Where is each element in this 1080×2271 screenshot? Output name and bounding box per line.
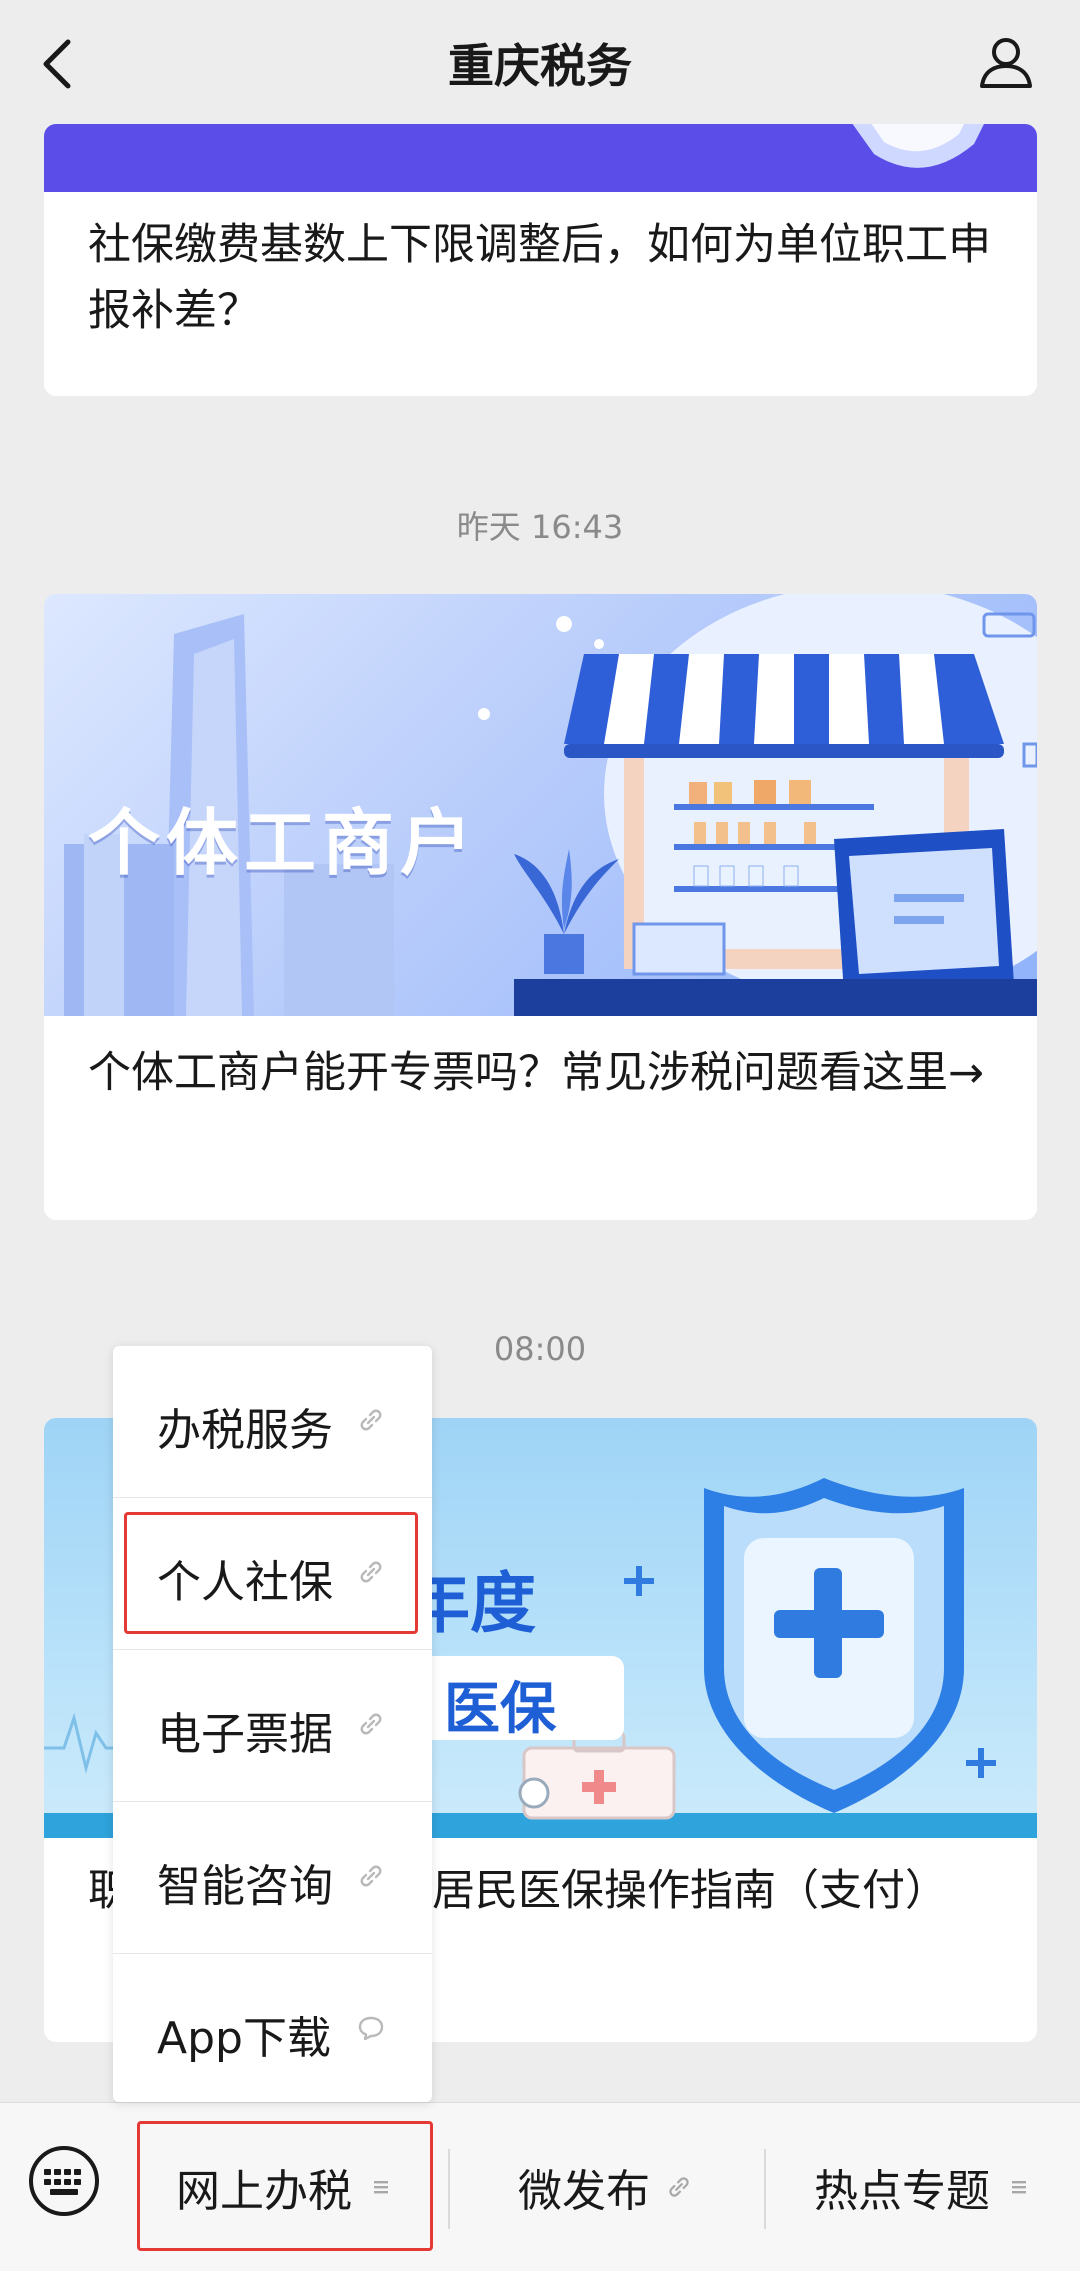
menu-label: 网上办税 <box>176 2166 352 2217</box>
menu-label: 微发布 <box>518 2166 650 2217</box>
submenu-item-smart-consultation[interactable]: 智能咨询 <box>113 1802 432 1954</box>
banner-heading: 个体工商户 <box>88 801 479 885</box>
submenu-item-label: 电子票据 <box>157 1709 333 1760</box>
banner-subheading: 医保 <box>444 1677 556 1742</box>
article-banner-image: 个体工商户 <box>44 594 1037 1016</box>
submenu-item-label: App下载 <box>157 2013 331 2064</box>
article-card[interactable]: 社保缴费基数上下限调整后，如何为单位职工申报补差？ <box>44 124 1037 396</box>
message-timestamp: 昨天 16:43 <box>456 508 624 546</box>
link-icon <box>360 1713 382 1735</box>
page-title: 重庆税务 <box>448 39 632 93</box>
submenu-item-label: 个人社保 <box>157 1557 333 1608</box>
article-banner-image <box>44 124 1037 192</box>
navigation-header: 重庆税务 <box>0 0 1080 124</box>
article-title: 社保缴费基数上下限调整后，如何为单位职工申报补差？ <box>88 220 991 336</box>
submenu-item-label: 智能咨询 <box>157 1861 333 1912</box>
menu-label: 热点专题 <box>814 2166 990 2217</box>
menu-online-tax[interactable]: 网上办税 <box>137 2103 433 2271</box>
submenu-item-electronic-receipts[interactable]: 电子票据 <box>113 1650 432 1802</box>
submenu-item-app-download[interactable]: App下载 <box>113 1954 432 2106</box>
article-card[interactable]: 个体工商户 个体工商户能开专票吗？常见涉税问题看这里→ <box>44 594 1037 1220</box>
link-icon <box>360 1561 382 1583</box>
chat-bubble-icon <box>358 2016 384 2041</box>
menu-lines-icon <box>1012 2181 1026 2194</box>
submenu-item-label: 办税服务 <box>157 1405 333 1456</box>
submenu-popup: 办税服务 个人社保 电子票据 智能咨询 App下载 <box>113 1346 432 2102</box>
article-title: 个体工商户能开专票吗？常见涉税问题看这里→ <box>88 1048 985 1098</box>
shield-decoration-icon <box>852 124 984 168</box>
menu-hot-topics[interactable]: 热点专题 <box>766 2103 1080 2271</box>
submenu-item-personal-social-security[interactable]: 个人社保 <box>113 1498 432 1650</box>
submenu-item-tax-service[interactable]: 办税服务 <box>113 1346 432 1498</box>
menu-micro-release[interactable]: 微发布 <box>450 2103 760 2271</box>
link-icon <box>360 1865 382 1887</box>
link-icon <box>669 2177 689 2197</box>
bottom-menu-bar: 网上办税 微发布 热点专题 <box>0 2102 1080 2271</box>
keyboard-toggle-icon[interactable] <box>26 2143 102 2219</box>
link-icon <box>360 1409 382 1431</box>
user-profile-icon[interactable] <box>978 34 1034 90</box>
menu-lines-icon <box>374 2181 388 2194</box>
